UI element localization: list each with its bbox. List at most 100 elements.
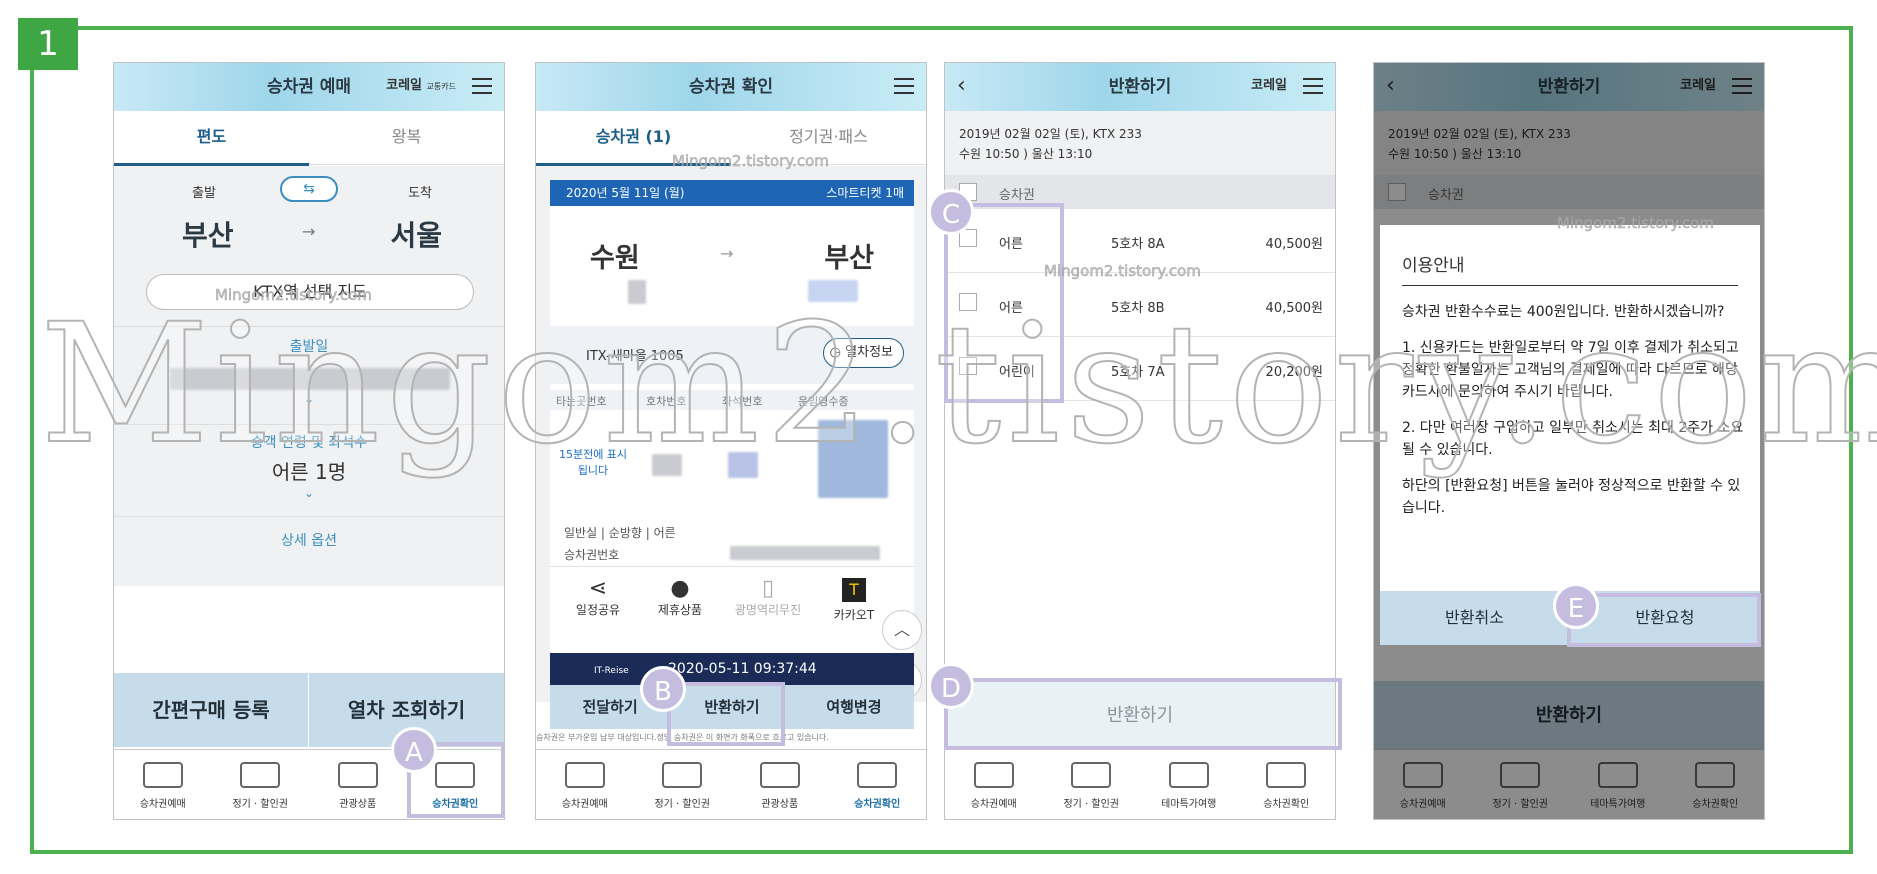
- date-label: 출발일: [289, 339, 329, 355]
- marker-b: B: [640, 666, 686, 712]
- kakao-t[interactable]: T 카카오T: [818, 576, 890, 623]
- receipt-qr[interactable]: [818, 420, 888, 498]
- luggage-icon: [759, 762, 800, 788]
- destination-station: 부산: [824, 243, 874, 274]
- ticket-icon: [240, 762, 281, 788]
- step-badge: 1: [18, 18, 78, 70]
- share-schedule[interactable]: ⋖ 일정공유: [562, 576, 634, 618]
- ticket-banner: IT-Reise 2020-05-11 09:37:44: [550, 653, 914, 685]
- dialog-text: 승차권 반환수수료는 400원입니다. 반환하시겠습니까?: [1402, 304, 1725, 320]
- kakao-t-icon: T: [842, 578, 866, 602]
- arrow-icon: →: [720, 244, 734, 263]
- dialog-text: 2. 다만 여러장 구입하고 일부만 취소시는 최대 2주가 소요될 수 있습니…: [1402, 420, 1744, 458]
- app-header: 승차권 예매 코레일 교통카드: [114, 63, 504, 111]
- ticket-check-icon: [1266, 762, 1307, 788]
- nav-booking[interactable]: 승차권예매: [536, 750, 634, 819]
- dialog-text: 하단의 [반환요청] 버튼을 눌러야 정상적으로 반환할 수 있습니다.: [1402, 478, 1741, 516]
- tab-passes[interactable]: 정기권·패스: [731, 111, 926, 163]
- app-header: ‹ 반환하기 코레일: [945, 63, 1335, 111]
- station-map-button[interactable]: KTX역 선택 지도: [146, 274, 474, 310]
- chevron-down-icon[interactable]: ⌄: [114, 486, 504, 500]
- nav-tours[interactable]: 관광상품: [731, 750, 829, 819]
- scroll-up-button[interactable]: ︿: [882, 610, 922, 650]
- clock-icon: ◷: [829, 345, 846, 360]
- nav-passes[interactable]: 정기 · 할인권: [634, 750, 732, 819]
- bus-icon: ▯: [761, 576, 775, 601]
- depart-label: 출발: [192, 186, 216, 201]
- origin-station[interactable]: 부산: [182, 214, 234, 254]
- booking-form: 출발 ⇆ 도착 부산 → 서울 KTX역 선택 지도 출발일 ⌄ 승객 연령 및…: [114, 166, 504, 586]
- nav-theme-travel[interactable]: 테마특가여행: [1140, 750, 1238, 819]
- partner-products[interactable]: ● 제휴상품: [644, 576, 716, 618]
- swap-icon[interactable]: ⇆: [280, 176, 338, 202]
- screen-refund-dialog: ‹ 반환하기 코레일 2019년 02월 02일 (토), KTX 233 수원…: [1373, 62, 1765, 820]
- passenger-label: 승객 연령 및 좌석수: [250, 435, 368, 451]
- page-title: 승차권 확인: [688, 77, 774, 97]
- ktx-train-icon: [973, 762, 1014, 788]
- screen-ticket-booking: 승차권 예매 코레일 교통카드 편도 왕복 출발 ⇆ 도착 부산 → 서울 KT…: [113, 62, 505, 820]
- info-dialog: 이용안내 승차권 반환수수료는 400원입니다. 반환하시겠습니까? 1. 신용…: [1380, 225, 1760, 645]
- menu-icon[interactable]: [472, 78, 492, 94]
- ticket-area: 2020년 5월 11일 (월) 스마트티켓 1매 수원 → 부산 ITX-새마…: [536, 166, 926, 702]
- korail-logo: 코레일: [1251, 78, 1287, 93]
- highlight-box-d: [944, 678, 1342, 750]
- ticket-card: 수원 → 부산 ITX-새마을 1005 ◷ 열차정보 타는곳번호 호차번호 좌…: [550, 206, 922, 702]
- ticket-icon: [1071, 762, 1112, 788]
- highlight-box-c: [944, 203, 1064, 403]
- quick-purchase-button[interactable]: 간편구매 등록: [114, 673, 309, 747]
- nav-ticket-check[interactable]: 승차권확인: [829, 750, 927, 819]
- trip-summary: 2019년 02월 02일 (토), KTX 233 수원 10:50 ) 울산…: [945, 111, 1335, 175]
- menu-icon[interactable]: [1303, 78, 1323, 94]
- marker-e: E: [1553, 583, 1599, 629]
- change-trip-button[interactable]: 여행변경: [794, 685, 914, 729]
- nav-ticket-check[interactable]: 승차권확인: [1238, 750, 1336, 819]
- train-info-row: ITX-새마을 1005 ◷ 열차정보: [550, 326, 914, 384]
- nav-passes[interactable]: 정기 · 할인권: [1043, 750, 1141, 819]
- nav-passes[interactable]: 정기 · 할인권: [212, 750, 310, 819]
- ticket-actions: ⋖ 일정공유 ● 제휴상품 ▯ 광명역리무진 T 카카오T: [550, 576, 914, 636]
- class-info: 일반실 | 순방향 | 어른: [564, 526, 676, 540]
- ticket-check-icon: [857, 762, 898, 788]
- marker-d: D: [928, 663, 974, 709]
- ktx-train-icon: [564, 762, 605, 788]
- korail-logo: 코레일 교통카드: [386, 78, 456, 93]
- seat-table-header: 타는곳번호 호차번호 좌석번호 운임영수증: [550, 390, 914, 410]
- app-header: 승차권 확인: [536, 63, 926, 111]
- partner-icon: ●: [670, 576, 690, 601]
- marker-c: C: [928, 189, 974, 235]
- dialog-title: 이용안내: [1402, 256, 1465, 276]
- nav-booking[interactable]: 승차권예매: [945, 750, 1043, 819]
- ticket-tabs: 승차권 (1) 정기권·패스: [536, 111, 926, 166]
- date-value-blurred[interactable]: [170, 368, 450, 390]
- share-icon: ⋖: [588, 576, 608, 601]
- train-name: ITX-새마을 1005: [586, 349, 684, 364]
- tab-tickets[interactable]: 승차권 (1): [536, 111, 731, 166]
- limousine[interactable]: ▯ 광명역리무진: [726, 576, 810, 618]
- train-info-button[interactable]: ◷ 열차정보: [822, 338, 904, 368]
- marker-a: A: [391, 727, 437, 773]
- tab-round-trip[interactable]: 왕복: [309, 111, 504, 163]
- luggage-icon: [1168, 762, 1209, 788]
- platform-note: 15분전에 표시됩니다: [558, 448, 628, 477]
- ticket-icon: [662, 762, 703, 788]
- cancel-refund-button[interactable]: 반환취소: [1380, 591, 1570, 645]
- ticket-number-label: 승차권번호: [564, 548, 620, 562]
- chevron-down-icon[interactable]: ⌄: [114, 392, 504, 406]
- menu-icon[interactable]: [894, 78, 914, 94]
- nav-tours[interactable]: 관광상품: [309, 750, 407, 819]
- destination-station[interactable]: 서울: [390, 214, 442, 254]
- nav-booking[interactable]: 승차권예매: [114, 750, 212, 819]
- ticket-date-bar: 2020년 5월 11일 (월) 스마트티켓 1매: [550, 180, 914, 206]
- passenger-value[interactable]: 어른 1명: [114, 456, 504, 485]
- tab-one-way[interactable]: 편도: [114, 111, 309, 166]
- origin-station: 수원: [590, 243, 640, 274]
- detail-options[interactable]: 상세 옵션: [114, 530, 504, 550]
- arrive-label: 도착: [408, 186, 432, 201]
- dialog-text: 1. 신용카드는 반환일로부터 약 7일 이후 결제가 취소되고 정확한 환불일…: [1402, 340, 1739, 400]
- trip-type-tabs: 편도 왕복: [114, 111, 504, 166]
- bottom-nav: 승차권예매 정기 · 할인권 관광상품 승차권확인: [536, 749, 926, 819]
- luggage-icon: [337, 762, 378, 788]
- bottom-nav: 승차권예매 정기 · 할인권 테마특가여행 승차권확인: [945, 749, 1335, 819]
- dialog-body: 승차권 반환수수료는 400원입니다. 반환하시겠습니까? 1. 신용카드는 반…: [1402, 301, 1746, 519]
- ktx-train-icon: [142, 762, 183, 788]
